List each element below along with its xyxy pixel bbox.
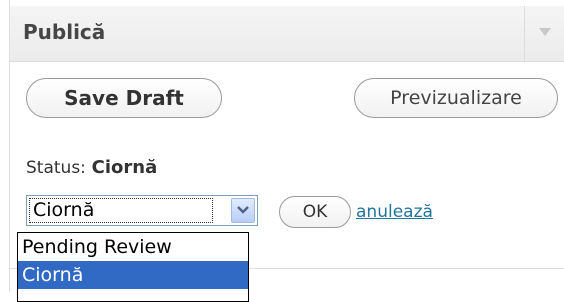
status-select-value: Ciornă bbox=[29, 198, 213, 223]
save-draft-button[interactable]: Save Draft bbox=[26, 78, 222, 118]
preview-button[interactable]: Previzualizare bbox=[354, 78, 558, 118]
box-title: Publică bbox=[23, 20, 106, 44]
status-label: Status: bbox=[26, 158, 86, 178]
cancel-link[interactable]: anulează bbox=[356, 202, 433, 222]
status-select[interactable]: Ciornă bbox=[26, 195, 258, 226]
dropdown-option-draft[interactable]: Ciornă bbox=[18, 261, 248, 289]
status-row: Status: Ciornă bbox=[26, 157, 157, 178]
ok-button[interactable]: OK bbox=[279, 196, 351, 228]
toggle-arrow-icon[interactable] bbox=[539, 28, 551, 36]
chevron-down-icon[interactable] bbox=[231, 198, 255, 223]
box-header[interactable]: Publică bbox=[10, 6, 564, 62]
status-value: Ciornă bbox=[91, 157, 158, 178]
dropdown-option-pending-review[interactable]: Pending Review bbox=[18, 233, 248, 261]
header-divider bbox=[524, 6, 525, 62]
